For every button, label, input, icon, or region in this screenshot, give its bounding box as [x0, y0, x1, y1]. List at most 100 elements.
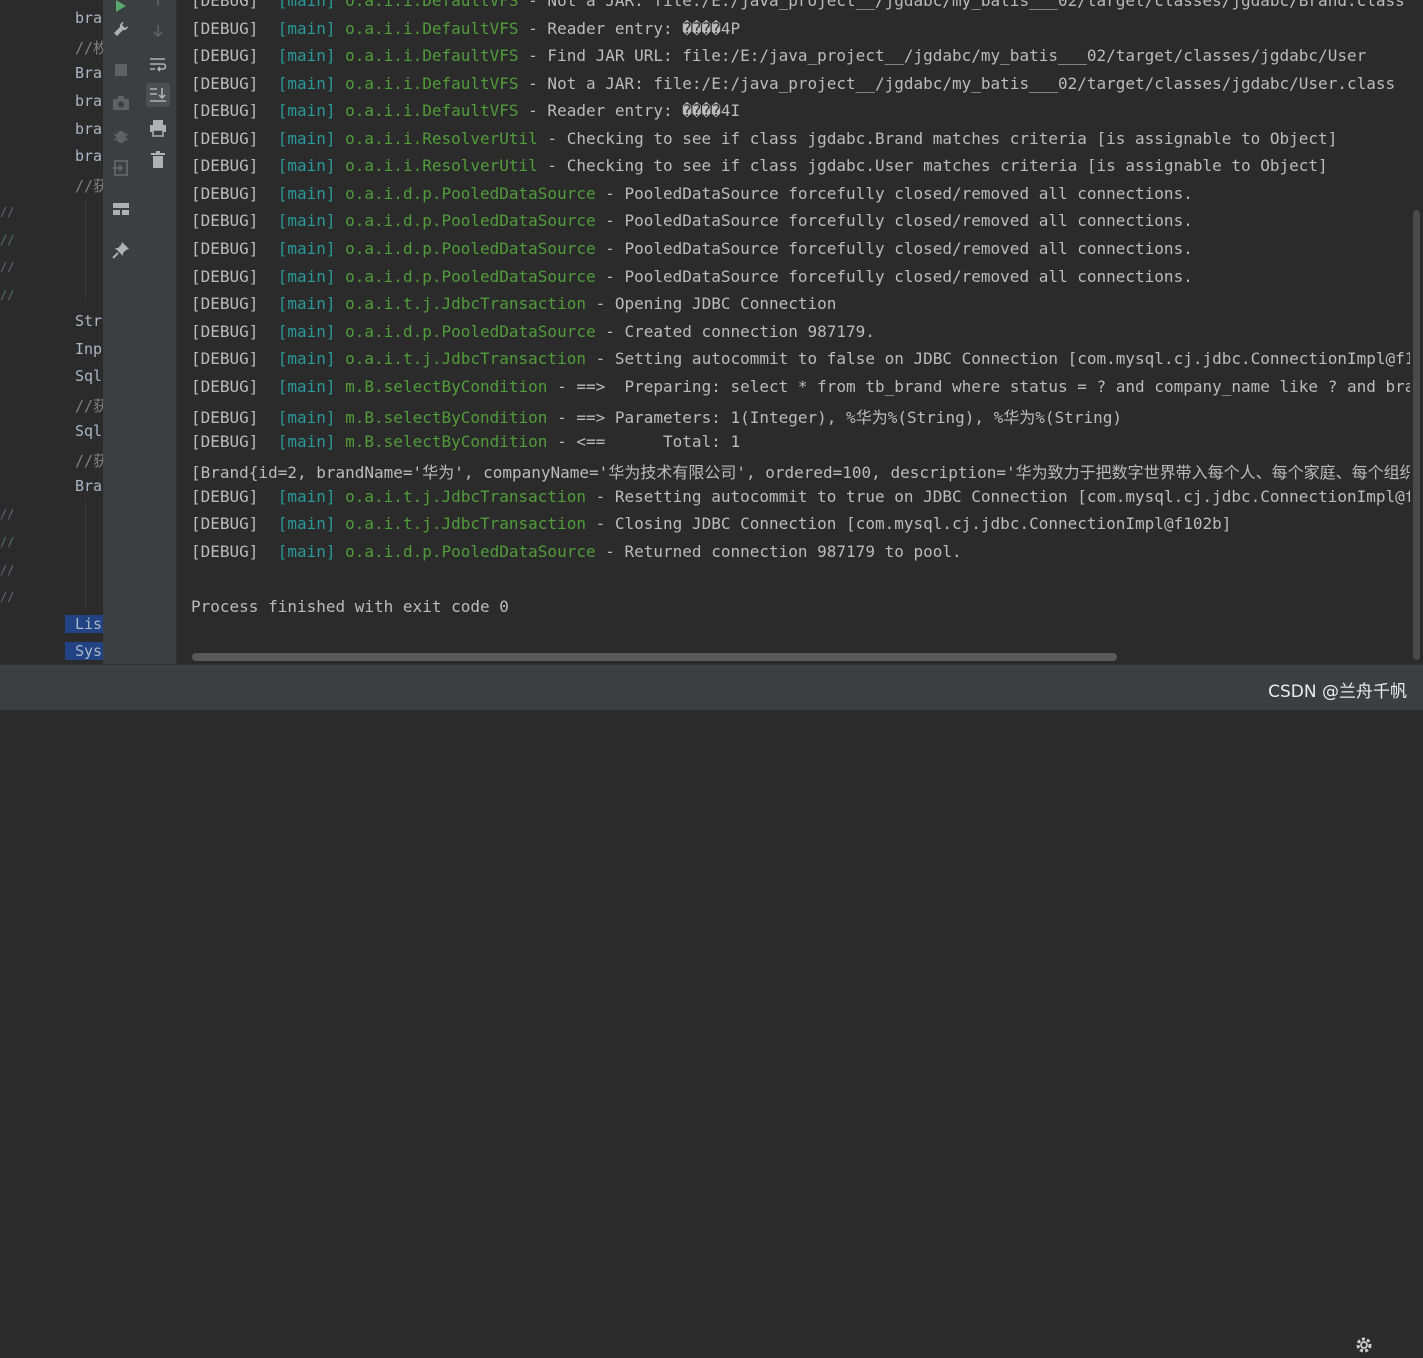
editor-line[interactable]: //获 [75, 395, 103, 416]
log-logger: o.a.i.i.ResolverUtil [345, 156, 538, 175]
log-level: [DEBUG] [191, 408, 259, 427]
log-level: [DEBUG] [191, 377, 259, 396]
code-editor-pane[interactable]: bra //枚 Bra bra bra bra //获 Str Inp Sql //获 Sql //获 B… [0, 0, 103, 664]
console-log-line: [DEBUG] [main] o.a.i.d.p.PooledDataSourc… [191, 542, 962, 561]
run-toolbar-right [140, 0, 177, 664]
camera-icon[interactable] [109, 91, 133, 115]
vertical-scrollbar[interactable] [1410, 0, 1423, 664]
log-message: - PooledDataSource forcefully closed/rem… [595, 211, 1193, 230]
log-level: [DEBUG] [191, 239, 259, 258]
print-icon[interactable] [146, 116, 170, 140]
log-level: [DEBUG] [191, 349, 259, 368]
editor-line[interactable]: //枚 [75, 37, 103, 58]
wrench-icon[interactable] [109, 17, 133, 41]
log-message: - Reader entry: ����4I [518, 101, 741, 120]
console-log-line: [DEBUG] [main] o.a.i.d.p.PooledDataSourc… [191, 184, 1193, 203]
log-thread: [main] [277, 211, 336, 230]
log-level: [DEBUG] [191, 432, 259, 451]
exit-icon[interactable] [109, 156, 133, 180]
editor-line[interactable]: Inp [75, 340, 102, 358]
log-level: [DEBUG] [191, 267, 259, 286]
editor-line[interactable]: //获 [75, 450, 103, 471]
log-logger: o.a.i.i.DefaultVFS [345, 46, 519, 65]
rerun-icon[interactable] [109, 0, 133, 18]
log-level: [DEBUG] [191, 294, 259, 313]
console-log-line: [DEBUG] [main] o.a.i.t.j.JdbcTransaction… [191, 294, 836, 313]
log-thread: [main] [277, 432, 336, 451]
gutter-comment-mark: // [0, 260, 15, 274]
log-logger: o.a.i.t.j.JdbcTransaction [345, 349, 586, 368]
editor-line[interactable]: Bra [75, 477, 102, 495]
log-logger: o.a.i.t.j.JdbcTransaction [345, 514, 586, 533]
log-logger: m.B.selectByCondition [345, 408, 548, 427]
editor-line[interactable]: bra [75, 92, 102, 110]
scroll-to-end-icon[interactable] [146, 83, 170, 107]
log-thread: [main] [277, 129, 336, 148]
log-level: [DEBUG] [191, 322, 259, 341]
console-log-line: [DEBUG] [main] o.a.i.t.j.JdbcTransaction… [191, 514, 1231, 533]
log-message: - Setting autocommit to false on JDBC Co… [585, 349, 1410, 368]
stop-icon[interactable] [109, 58, 133, 82]
log-message: - Closing JDBC Connection [com.mysql.cj.… [585, 514, 1232, 533]
gear-icon[interactable] [1355, 1336, 1373, 1358]
console-log-line: [DEBUG] [main] o.a.i.i.DefaultVFS - Find… [191, 46, 1366, 65]
log-message: - PooledDataSource forcefully closed/rem… [595, 184, 1193, 203]
gutter-comment-mark: // [0, 288, 15, 302]
log-thread: [main] [277, 0, 336, 10]
log-message: - PooledDataSource forcefully closed/rem… [595, 267, 1193, 286]
editor-line[interactable]: bra [75, 147, 102, 165]
editor-line[interactable]: Sql [75, 422, 102, 440]
log-logger: o.a.i.d.p.PooledDataSource [345, 322, 596, 341]
bug-icon[interactable] [109, 124, 133, 148]
log-thread: [main] [277, 514, 336, 533]
log-logger: o.a.i.d.p.PooledDataSource [345, 239, 596, 258]
log-message: - Created connection 987179. [595, 322, 875, 341]
log-level: [DEBUG] [191, 487, 259, 506]
horizontal-scrollbar-thumb[interactable] [192, 653, 1117, 661]
console-output-line: Process finished with exit code 0 [191, 597, 509, 616]
layout-icon[interactable] [109, 197, 133, 221]
editor-line[interactable]: Sys [65, 642, 103, 660]
log-logger: m.B.selectByCondition [345, 377, 548, 396]
console-log-line: [DEBUG] [main] o.a.i.d.p.PooledDataSourc… [191, 322, 875, 341]
gutter-comment-mark: // [0, 233, 15, 247]
console-log-line: [DEBUG] [main] o.a.i.i.ResolverUtil - Ch… [191, 129, 1337, 148]
log-level: [DEBUG] [191, 19, 259, 38]
editor-line[interactable]: Str [75, 312, 102, 330]
run-toolbar-left [103, 0, 141, 664]
log-level: [DEBUG] [191, 74, 259, 93]
log-thread: [main] [277, 322, 336, 341]
log-message: - ==> Parameters: 1(Integer), %华为%(Strin… [547, 408, 1122, 427]
soft-wrap-icon[interactable] [146, 52, 170, 76]
trash-icon[interactable] [146, 148, 170, 172]
arrow-up-icon[interactable] [146, 0, 170, 12]
log-thread: [main] [277, 46, 336, 65]
console-log-line: [DEBUG] [main] o.a.i.i.ResolverUtil - Ch… [191, 156, 1328, 175]
pin-icon[interactable] [109, 238, 133, 262]
indent-guide [85, 500, 86, 610]
vertical-scrollbar-thumb[interactable] [1413, 210, 1420, 660]
log-thread: [main] [277, 74, 336, 93]
csdn-watermark: CSDN @兰舟千帆 [1268, 682, 1407, 702]
editor-line[interactable]: bra [75, 9, 102, 27]
gutter-comment-mark: // [0, 590, 15, 604]
status-bar [0, 664, 1423, 1353]
editor-line[interactable]: bra [75, 120, 102, 138]
log-level: [DEBUG] [191, 101, 259, 120]
log-logger: o.a.i.i.DefaultVFS [345, 0, 519, 10]
log-message: - Checking to see if class jgdabc.User m… [537, 156, 1328, 175]
log-message: - Checking to see if class jgdabc.Brand … [537, 129, 1338, 148]
run-console-output[interactable]: [DEBUG] [main] o.a.i.i.DefaultVFS - Not … [177, 0, 1410, 664]
gutter-comment-mark: // [0, 535, 15, 549]
log-logger: o.a.i.i.DefaultVFS [345, 101, 519, 120]
editor-line[interactable]: //获 [75, 175, 103, 196]
log-thread: [main] [277, 267, 336, 286]
editor-line[interactable]: Sql [75, 367, 102, 385]
log-logger: o.a.i.i.ResolverUtil [345, 129, 538, 148]
log-thread: [main] [277, 184, 336, 203]
log-thread: [main] [277, 294, 336, 313]
console-output-line: [Brand{id=2, brandName='华为', companyName… [191, 463, 1410, 482]
editor-line[interactable]: Bra [75, 64, 102, 82]
arrow-down-icon[interactable] [146, 19, 170, 43]
editor-line[interactable]: Lis [65, 615, 103, 633]
